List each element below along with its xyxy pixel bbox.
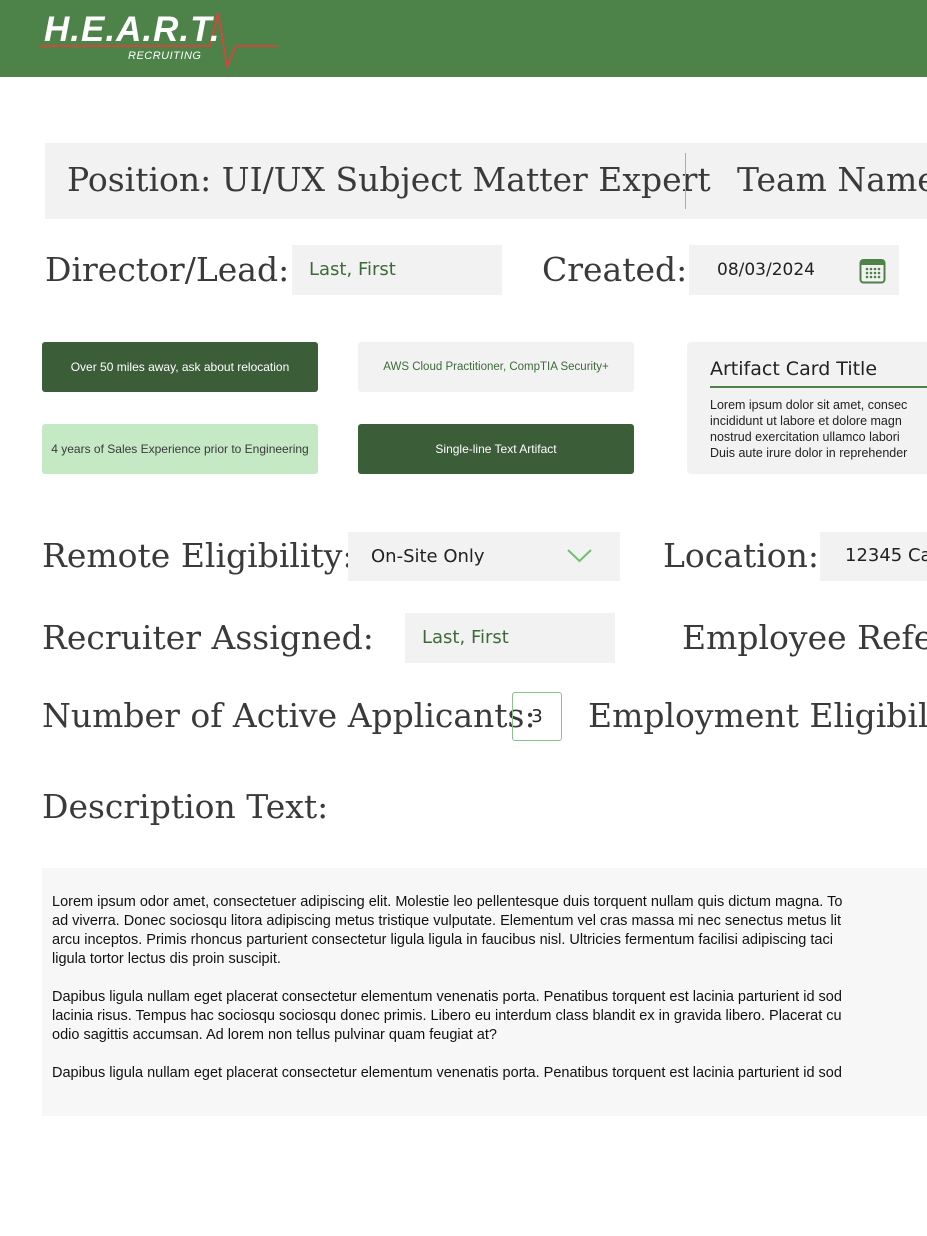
artifact-card-line: nostrud exercitation ullamco labori: [710, 430, 900, 444]
employee-referral-label: Employee Referr: [682, 618, 927, 657]
location-field[interactable]: 12345 Ca: [820, 532, 927, 581]
description-line: arcu inceptos. Primis rhoncus parturient…: [52, 932, 833, 948]
director-label: Director/Lead:: [45, 250, 290, 289]
artifact-card-line: Lorem ipsum dolor sit amet, consec: [710, 398, 908, 412]
position-divider: [685, 153, 686, 209]
description-label: Description Text:: [42, 787, 329, 826]
artifact-card-body: Lorem ipsum dolor sit amet, consec incid…: [710, 397, 927, 461]
description-line: lacinia risus. Tempus hac sociosqu socio…: [52, 1008, 842, 1024]
artifact-chip-sales-experience[interactable]: 4 years of Sales Experience prior to Eng…: [42, 424, 318, 474]
description-line: Dapibus ligula nullam eget placerat cons…: [52, 1065, 842, 1081]
artifact-card-line: incididunt ut labore et dolore magn: [710, 414, 902, 428]
active-applicants-count[interactable]: 3: [512, 692, 562, 741]
artifact-chip-single-line[interactable]: Single-line Text Artifact: [358, 424, 634, 474]
artifact-card-line: Duis aute irure dolor in reprehender: [710, 446, 908, 460]
logo-subtitle: RECRUITING: [128, 50, 202, 62]
description-line: odio sagittis accumsan. Ad lorem non tel…: [52, 1027, 497, 1043]
description-paragraph: Lorem ipsum odor amet, consectetuer adip…: [52, 893, 927, 969]
description-paragraph: Dapibus ligula nullam eget placerat cons…: [52, 988, 927, 1045]
created-date-value: 08/03/2024: [717, 260, 815, 280]
team-name-label: Team Name,: [737, 160, 927, 199]
description-line: Dapibus ligula nullam eget placerat cons…: [52, 989, 842, 1005]
description-paragraph: Dapibus ligula nullam eget placerat cons…: [52, 1064, 927, 1083]
description-line: ligula tortor lectus dis proin suscipit.: [52, 951, 281, 967]
recruiter-label: Recruiter Assigned:: [42, 618, 374, 657]
director-field[interactable]: Last, First: [292, 245, 502, 295]
description-line: ad viverra. Donec sociosqu litora adipis…: [52, 913, 841, 929]
recruiter-field[interactable]: Last, First: [405, 613, 615, 663]
created-label: Created:: [542, 250, 688, 289]
position-title: Position: UI/UX Subject Matter Expert: [67, 160, 711, 199]
employment-eligibility-label: Employment Eligibility: [588, 696, 927, 735]
artifact-card-title: Artifact Card Title: [710, 358, 878, 380]
artifact-chip-certifications[interactable]: AWS Cloud Practitioner, CompTIA Security…: [358, 342, 634, 392]
location-label: Location:: [663, 536, 819, 575]
artifact-chip-relocation[interactable]: Over 50 miles away, ask about relocation: [42, 342, 318, 392]
artifact-card-divider: [710, 386, 927, 388]
remote-eligibility-value: On-Site Only: [371, 546, 485, 567]
active-applicants-label: Number of Active Applicants:: [42, 696, 536, 735]
chevron-down-icon[interactable]: [566, 548, 593, 564]
remote-eligibility-label: Remote Eligibility:: [42, 536, 354, 575]
logo-title[interactable]: H.E.A.R.T.: [44, 10, 221, 50]
calendar-icon[interactable]: [859, 257, 886, 284]
description-line: Lorem ipsum odor amet, consectetuer adip…: [52, 894, 843, 910]
